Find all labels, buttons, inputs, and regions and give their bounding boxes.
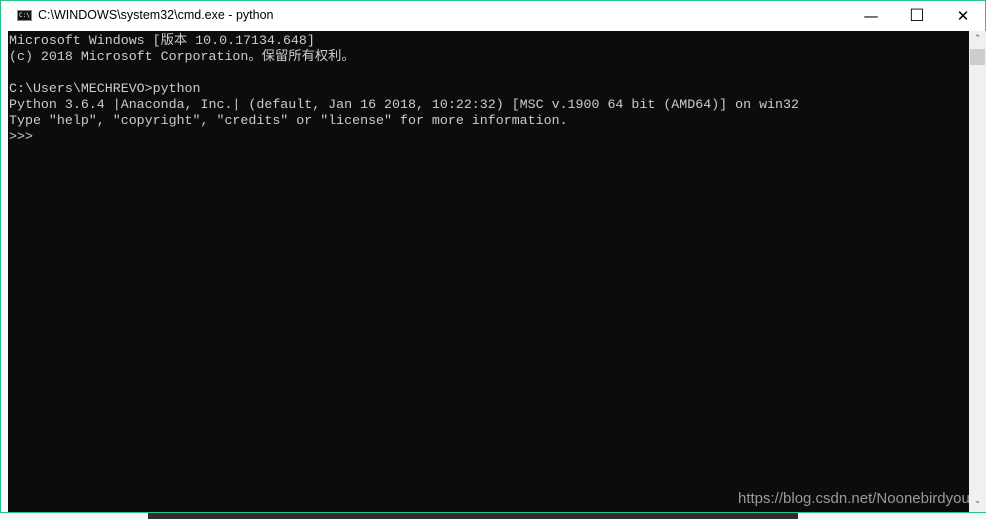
title-bar[interactable]: C:\ C:\WINDOWS\system32\cmd.exe - python… [1,1,985,31]
scroll-up-icon[interactable]: ⌃ [969,34,986,44]
console-line: (c) 2018 Microsoft Corporation。保留所有权利。 [9,49,355,64]
console-line: Python 3.6.4 |Anaconda, Inc.| (default, … [9,97,799,112]
maximize-button[interactable]: ☐ [894,1,940,31]
minimize-button[interactable]: — [848,1,894,31]
console-prompt[interactable]: >>> [8,129,969,145]
console-line: Microsoft Windows [版本 10.0.17134.648] [9,33,315,48]
console-output[interactable]: Microsoft Windows [版本 10.0.17134.648] (c… [8,31,969,512]
background-taskbar [148,512,798,519]
vertical-scrollbar[interactable]: ⌃ ⌄ [969,31,986,512]
console-line: Type "help", "copyright", "credits" or "… [9,113,568,128]
watermark: https://blog.csdn.net/Noonebirdyou [738,490,970,507]
cmd-icon: C:\ [17,10,32,21]
close-button[interactable]: ✕ [940,1,986,31]
scroll-down-icon[interactable]: ⌄ [969,496,986,506]
cmd-window: C:\ C:\WINDOWS\system32\cmd.exe - python… [0,0,986,513]
window-title: C:\WINDOWS\system32\cmd.exe - python [38,8,274,22]
console-line: C:\Users\MECHREVO>python [9,81,201,96]
scrollbar-thumb[interactable] [970,49,985,65]
background-page [986,0,993,519]
